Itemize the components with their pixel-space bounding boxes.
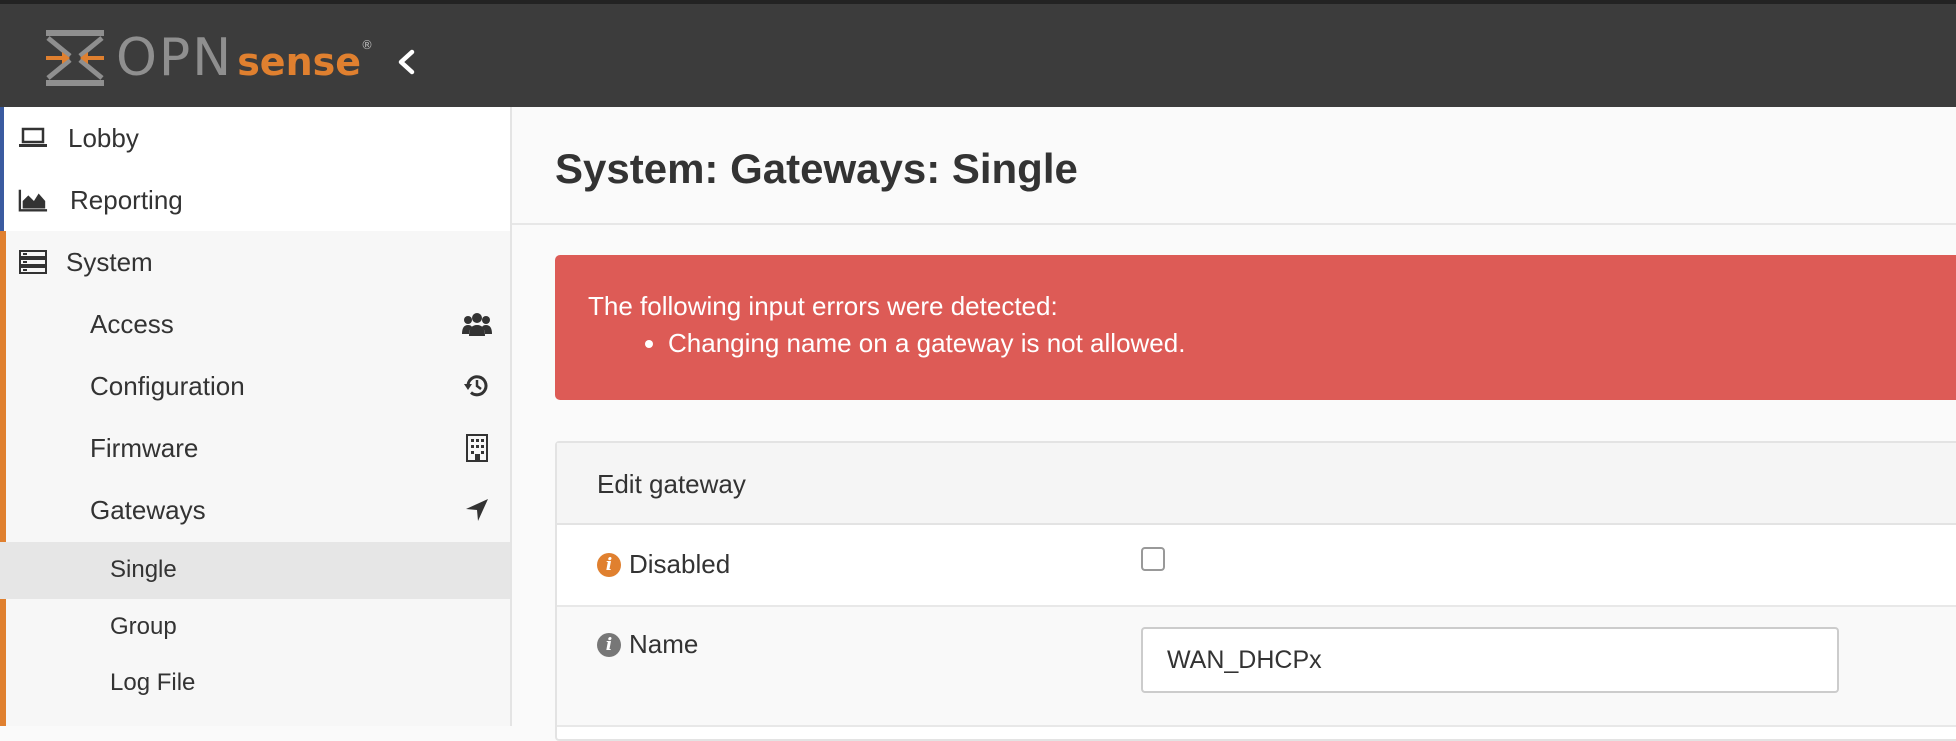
edit-gateway-panel: Edit gateway i Disabled i Name (555, 441, 1956, 741)
chevron-left-icon (398, 49, 415, 75)
opnsense-logo[interactable]: OPN sense ® (44, 26, 373, 90)
logo-registered-mark: ® (361, 38, 374, 52)
sidebar: Lobby Reporting System Access Configurat… (0, 107, 512, 726)
panel-title: Edit gateway (597, 469, 746, 499)
location-arrow-icon (462, 495, 492, 525)
sidebar-item-label: Lobby (68, 123, 139, 153)
alert-heading: The following input errors were detected… (588, 291, 1058, 321)
server-icon (18, 247, 48, 277)
sidebar-item-group[interactable]: Group (0, 599, 510, 655)
sidebar-item-access[interactable]: Access (0, 293, 510, 355)
sidebar-item-system[interactable]: System (0, 231, 510, 293)
sidebar-item-label: Configuration (90, 371, 245, 401)
form-row-name: i Name (557, 607, 1956, 727)
error-alert: The following input errors were detected… (555, 255, 1956, 400)
page-header: System: Gateways: Single (512, 107, 1956, 225)
disabled-label-group: i Disabled (597, 549, 730, 580)
opnsense-logo-mark-icon (46, 30, 104, 86)
info-icon[interactable]: i (597, 632, 621, 657)
sidebar-item-label: Gateways (90, 495, 206, 525)
building-icon (462, 433, 492, 463)
collapse-sidebar-button[interactable] (388, 44, 424, 80)
sidebar-item-label: Reporting (70, 185, 183, 215)
area-chart-icon (18, 185, 48, 215)
sidebar-item-lobby[interactable]: Lobby (0, 107, 510, 169)
name-label-group: i Name (597, 629, 698, 660)
panel-header: Edit gateway (557, 443, 1956, 525)
sidebar-item-label: Log File (110, 669, 196, 696)
history-icon (462, 371, 492, 401)
name-input[interactable] (1141, 627, 1839, 693)
alert-error-list: Changing name on a gateway is not allowe… (588, 328, 1956, 359)
top-navbar: OPN sense ® (0, 0, 1956, 107)
sidebar-item-single[interactable]: Single (0, 542, 510, 599)
alert-error-item: Changing name on a gateway is not allowe… (668, 328, 1956, 359)
sidebar-item-gateways[interactable]: Gateways (0, 479, 510, 541)
users-icon (462, 309, 492, 339)
sidebar-item-reporting[interactable]: Reporting (0, 169, 510, 231)
sidebar-item-label: Access (90, 309, 174, 339)
logo-opn-text: OPN (116, 28, 234, 88)
sidebar-item-firmware[interactable]: Firmware (0, 417, 510, 479)
field-label-name: Name (629, 629, 699, 659)
sidebar-item-log-file[interactable]: Log File (0, 655, 510, 711)
field-label-disabled: Disabled (629, 549, 731, 579)
logo-sense-text: sense (237, 40, 362, 84)
main-content: System: Gateways: Single The following i… (512, 107, 1956, 741)
sidebar-item-label: Single (110, 556, 177, 583)
sidebar-item-label: Group (110, 613, 177, 640)
sidebar-item-label: System (66, 247, 153, 277)
logo-wordmark: OPN sense ® (116, 28, 373, 88)
laptop-icon (18, 123, 48, 153)
page-title: System: Gateways: Single (555, 145, 1078, 192)
disabled-checkbox[interactable] (1141, 547, 1165, 571)
info-icon[interactable]: i (597, 552, 621, 577)
form-row-disabled: i Disabled (557, 525, 1956, 607)
sidebar-item-label: Firmware (90, 433, 199, 463)
sidebar-item-configuration[interactable]: Configuration (0, 355, 510, 417)
